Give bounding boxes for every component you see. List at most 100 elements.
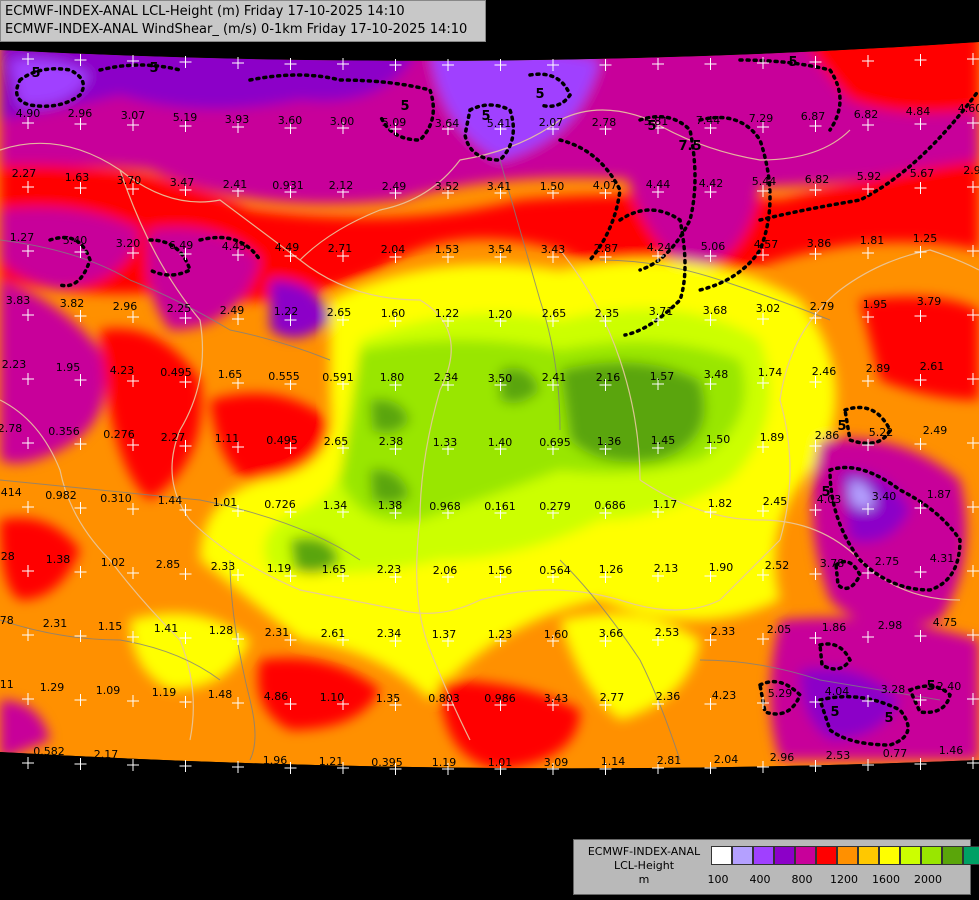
value-label: 2.35: [595, 307, 620, 320]
value-label: 1.27: [10, 231, 35, 244]
value-label: 2.86: [815, 429, 840, 442]
legend-swatches: [711, 846, 979, 865]
value-label: 4.31: [930, 552, 955, 565]
legend-title-line-1: ECMWF-INDEX-ANAL: [587, 845, 701, 858]
value-label: 1.38: [46, 553, 71, 566]
value-label: 2.71: [328, 242, 353, 255]
value-label: 2.04: [381, 243, 406, 256]
value-label: 2.34: [377, 627, 402, 640]
value-label: 1.09: [96, 684, 121, 697]
value-label: 0.686: [594, 499, 626, 512]
value-label: 1.19: [152, 686, 177, 699]
value-label: 1.01: [488, 756, 513, 769]
legend-tick-label: 800: [791, 873, 813, 886]
value-label: 3.66: [599, 627, 624, 640]
value-label: 2.45: [763, 495, 788, 508]
legend-title: ECMWF-INDEX-ANAL LCL-Height m: [580, 845, 708, 887]
value-label: 1.11: [215, 432, 240, 445]
value-label: 2.40: [937, 680, 962, 693]
contour-label: 5: [788, 55, 797, 70]
value-label: 2.34: [434, 371, 459, 384]
value-label: 1.96: [263, 754, 288, 767]
legend-swatch: [837, 846, 858, 865]
legend-swatch: [795, 846, 816, 865]
value-label: 1.80: [380, 371, 405, 384]
value-label: 1.23: [488, 628, 513, 641]
value-label: 1.22: [274, 305, 299, 318]
value-label: 3.64: [435, 117, 460, 130]
value-label: 6.87: [801, 110, 826, 123]
value-label: 1.57: [650, 370, 675, 383]
value-label: 3.79: [917, 295, 942, 308]
value-label: 2.46: [812, 365, 837, 378]
value-label: 2.23: [2, 358, 27, 371]
value-label: 3.47: [170, 176, 195, 189]
value-label: 1.37: [432, 628, 457, 641]
legend-swatch: [900, 846, 921, 865]
legend-tick-label: 400: [749, 873, 771, 886]
value-label: 2.27: [161, 431, 186, 444]
value-label: 3.70: [117, 174, 142, 187]
value-label: 2.38: [379, 435, 404, 448]
value-label: 0.968: [429, 500, 461, 513]
legend-box: ECMWF-INDEX-ANAL LCL-Height m 100 400 800 1…: [573, 839, 979, 895]
value-label: 1.74: [758, 366, 783, 379]
value-label: 4.44: [646, 178, 671, 191]
value-label: 1.40: [488, 436, 513, 449]
value-label: 2.53: [655, 626, 680, 639]
value-label: 1.45: [651, 434, 676, 447]
value-label: 3.20: [116, 237, 141, 250]
value-label: 4.75: [933, 616, 958, 629]
value-label: 2.81: [657, 754, 682, 767]
value-label: 2.96: [113, 300, 138, 313]
legend-title-line-2: LCL-Height: [613, 859, 675, 872]
value-label: 4.07: [593, 179, 618, 192]
contour-label: 5: [647, 119, 656, 134]
value-label: 0.803: [428, 692, 460, 705]
value-label: 1.81: [860, 234, 885, 247]
value-label: 1.21: [319, 755, 344, 768]
value-label: 1.19: [432, 756, 457, 769]
value-label: 1.95: [56, 361, 81, 374]
value-label: 3.28: [881, 683, 906, 696]
value-label: 1.95: [863, 298, 888, 311]
value-label: 6.82: [854, 108, 879, 121]
value-label: 1.34: [323, 499, 348, 512]
contour-label: 5: [926, 679, 935, 694]
value-label: 2.61: [920, 360, 945, 373]
legend-ticks: 100 400 800 1200 1600 2000: [708, 873, 963, 887]
value-label: 2.23: [377, 563, 402, 576]
value-label: 1.82: [708, 497, 733, 510]
value-label: 4.24: [647, 241, 672, 254]
value-label: 1.20: [488, 308, 513, 321]
value-label: 3.43: [541, 243, 566, 256]
value-label: 2.49: [382, 180, 407, 193]
value-label: 4.04: [825, 685, 850, 698]
contour-label: 5: [481, 109, 490, 124]
contour-label: 5: [821, 485, 830, 500]
contour-label: 5: [400, 99, 409, 114]
value-label: 5.67: [910, 167, 935, 180]
value-label: 2.96: [68, 107, 93, 120]
value-label: 1.53: [435, 243, 460, 256]
value-label: 1.22: [435, 307, 460, 320]
value-label: 4.57: [754, 238, 779, 251]
legend-title-line-3: m: [638, 873, 650, 886]
value-label: 1.14: [601, 755, 626, 768]
value-label: 4.90: [16, 107, 41, 120]
value-label: 2.52: [765, 559, 790, 572]
value-label: 2.41: [542, 371, 567, 384]
contour-label: 5: [884, 711, 893, 726]
value-label: 2.49: [923, 424, 948, 437]
value-label: 1.46: [939, 744, 964, 757]
value-label: 1.60: [544, 628, 569, 641]
contour-label: 5: [830, 705, 839, 720]
value-label: 3.48: [704, 368, 729, 381]
value-label: 1.89: [760, 431, 785, 444]
value-label: 1.38: [378, 499, 403, 512]
value-label: 1.15: [98, 620, 123, 633]
contour-label: 5: [535, 87, 544, 102]
value-label: 5.09: [382, 116, 407, 129]
value-label: 0.276: [103, 428, 135, 441]
value-label: 0.77: [883, 747, 908, 760]
